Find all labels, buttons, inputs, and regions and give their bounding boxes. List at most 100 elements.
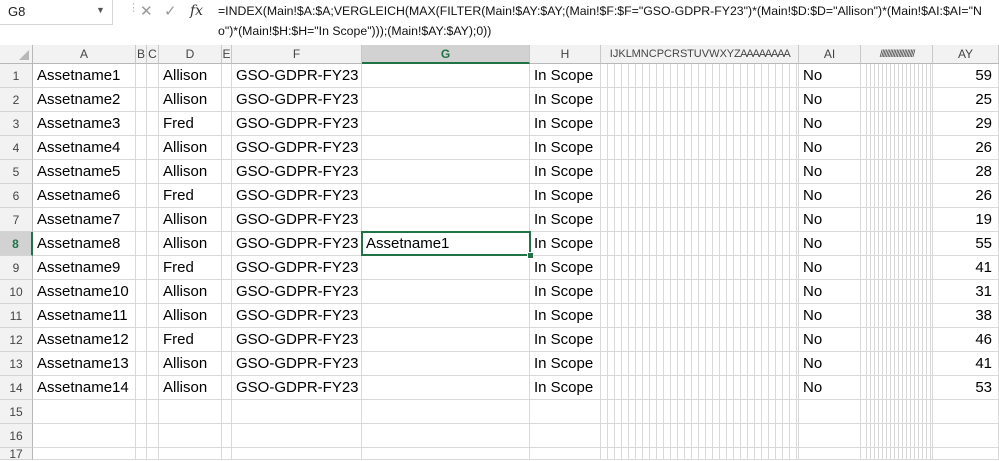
cell-a3[interactable]: Assetname3 <box>33 112 136 136</box>
cell-g6[interactable] <box>362 184 530 208</box>
cell-g16[interactable] <box>362 424 530 448</box>
col-header-f[interactable]: F <box>232 45 362 64</box>
cell-f9[interactable]: GSO-GDPR-FY23 <box>232 256 362 280</box>
cell-f11[interactable]: GSO-GDPR-FY23 <box>232 304 362 328</box>
cell-hidden-5[interactable] <box>222 160 232 184</box>
cell-h9[interactable]: In Scope <box>530 256 601 280</box>
cell-h15[interactable] <box>530 400 601 424</box>
cell-g10[interactable] <box>362 280 530 304</box>
cell-d11[interactable]: Allison <box>159 304 222 328</box>
cell-hidden-7[interactable] <box>147 208 159 232</box>
cell-f1[interactable]: GSO-GDPR-FY23 <box>232 64 362 88</box>
cell-hidden-1[interactable] <box>136 64 147 88</box>
cell-ay15[interactable] <box>933 400 999 424</box>
fill-handle[interactable] <box>527 252 534 259</box>
cell-ai12[interactable]: No <box>799 328 861 352</box>
formula-input[interactable]: =INDEX(Main!$A:$A;VERGLEICH(MAX(FILTER(M… <box>218 1 988 41</box>
cell-f14[interactable]: GSO-GDPR-FY23 <box>232 376 362 400</box>
cell-hidden-7[interactable] <box>222 208 232 232</box>
cell-h8[interactable]: In Scope <box>530 232 601 256</box>
row-header-1[interactable]: 1 <box>0 64 33 88</box>
cell-hidden-14[interactable] <box>136 376 147 400</box>
cell-h14[interactable]: In Scope <box>530 376 601 400</box>
cell-h6[interactable]: In Scope <box>530 184 601 208</box>
cell-hidden-4[interactable] <box>601 136 799 160</box>
cell-d12[interactable]: Fred <box>159 328 222 352</box>
cell-g13[interactable] <box>362 352 530 376</box>
cell-hidden-15[interactable] <box>136 400 147 424</box>
cell-ay5[interactable]: 28 <box>933 160 999 184</box>
cell-g15[interactable] <box>362 400 530 424</box>
cell-f13[interactable]: GSO-GDPR-FY23 <box>232 352 362 376</box>
cell-hidden-13[interactable] <box>601 352 799 376</box>
row-header-12[interactable]: 12 <box>0 328 33 352</box>
cell-hidden-10[interactable] <box>222 280 232 304</box>
cell-hidden-9[interactable] <box>601 256 799 280</box>
cell-hidden-16[interactable] <box>147 424 159 448</box>
cell-g1[interactable] <box>362 64 530 88</box>
cell-ai3[interactable]: No <box>799 112 861 136</box>
cell-hidden-12[interactable] <box>136 328 147 352</box>
cell-hidden-8[interactable] <box>601 232 799 256</box>
cell-ay17[interactable] <box>933 448 999 460</box>
cell-hidden-16[interactable] <box>601 424 799 448</box>
cell-hidden-15[interactable] <box>601 400 799 424</box>
cell-hidden-16[interactable] <box>136 424 147 448</box>
cell-hidden-15[interactable] <box>147 400 159 424</box>
cell-hidden-4[interactable] <box>136 136 147 160</box>
cell-ay3[interactable]: 29 <box>933 112 999 136</box>
cell-f8[interactable]: GSO-GDPR-FY23 <box>232 232 362 256</box>
cell-hidden-11[interactable] <box>147 304 159 328</box>
cell-hidden-6[interactable] <box>601 184 799 208</box>
cell-hidden-1[interactable] <box>601 64 799 88</box>
cell-ai11[interactable]: No <box>799 304 861 328</box>
cell-d17[interactable] <box>159 448 222 460</box>
cell-d6[interactable]: Fred <box>159 184 222 208</box>
row-header-11[interactable]: 11 <box>0 304 33 328</box>
cell-h3[interactable]: In Scope <box>530 112 601 136</box>
insert-function-icon[interactable]: fx <box>190 3 203 19</box>
cell-hidden-11[interactable] <box>601 304 799 328</box>
cell-ai7[interactable]: No <box>799 208 861 232</box>
cell-g3[interactable] <box>362 112 530 136</box>
cell-hidden-9[interactable] <box>222 256 232 280</box>
cell-a4[interactable]: Assetname4 <box>33 136 136 160</box>
cell-h17[interactable] <box>530 448 601 460</box>
row-header-17[interactable]: 17 <box>0 448 33 460</box>
cell-d15[interactable] <box>159 400 222 424</box>
cell-h7[interactable]: In Scope <box>530 208 601 232</box>
cell-d9[interactable]: Fred <box>159 256 222 280</box>
cell-hidden-3[interactable] <box>147 112 159 136</box>
row-header-3[interactable]: 3 <box>0 112 33 136</box>
cell-d5[interactable]: Allison <box>159 160 222 184</box>
row-header-9[interactable]: 9 <box>0 256 33 280</box>
cell-g12[interactable] <box>362 328 530 352</box>
cell-g14[interactable] <box>362 376 530 400</box>
cell-ay10[interactable]: 31 <box>933 280 999 304</box>
enter-icon[interactable]: ✓ <box>164 2 177 20</box>
cell-d2[interactable]: Allison <box>159 88 222 112</box>
cell-hidden-17[interactable] <box>147 448 159 460</box>
cell-hidden-8[interactable] <box>136 232 147 256</box>
cancel-icon[interactable]: ✕ <box>140 2 153 20</box>
col-header-b[interactable]: B <box>136 45 147 64</box>
cell-a14[interactable]: Assetname14 <box>33 376 136 400</box>
col-header-a[interactable]: A <box>33 45 136 64</box>
cell-hidden-6[interactable] <box>136 184 147 208</box>
cell-g11[interactable] <box>362 304 530 328</box>
cell-a11[interactable]: Assetname11 <box>33 304 136 328</box>
cell-a1[interactable]: Assetname1 <box>33 64 136 88</box>
row-header-6[interactable]: 6 <box>0 184 33 208</box>
cell-f12[interactable]: GSO-GDPR-FY23 <box>232 328 362 352</box>
cell-f10[interactable]: GSO-GDPR-FY23 <box>232 280 362 304</box>
col-header-h[interactable]: H <box>530 45 601 64</box>
cell-a13[interactable]: Assetname13 <box>33 352 136 376</box>
cell-a6[interactable]: Assetname6 <box>33 184 136 208</box>
cell-ai5[interactable]: No <box>799 160 861 184</box>
cell-h1[interactable]: In Scope <box>530 64 601 88</box>
cell-d14[interactable]: Allison <box>159 376 222 400</box>
cell-hidden-1[interactable] <box>222 64 232 88</box>
name-box[interactable]: G8 ▼ <box>0 0 113 25</box>
cell-h11[interactable]: In Scope <box>530 304 601 328</box>
select-all-corner[interactable] <box>0 45 33 64</box>
